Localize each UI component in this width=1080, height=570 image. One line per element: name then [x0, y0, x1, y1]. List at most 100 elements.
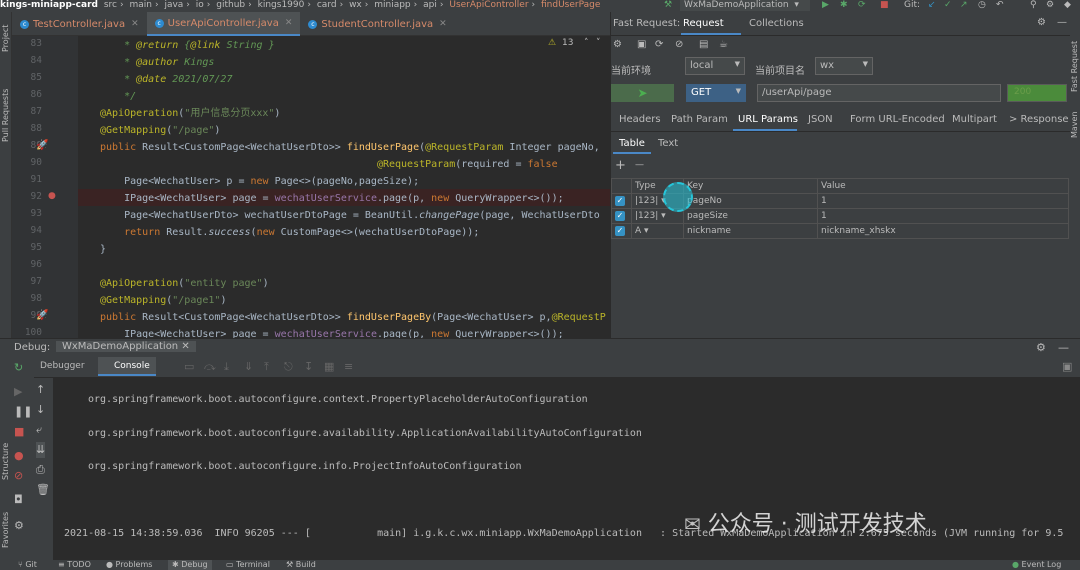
status-git[interactable]: ⑂ Git: [18, 560, 37, 570]
project-name[interactable]: kings-miniapp-card: [0, 0, 98, 10]
row-value[interactable]: 1: [817, 208, 1069, 224]
run-to-cursor-icon[interactable]: ↧: [304, 360, 313, 373]
code-editor[interactable]: ⚠ 13 ˄ ˅ * @return {@link String } * @au…: [78, 36, 610, 338]
close-icon[interactable]: ✕: [285, 18, 293, 28]
row-value[interactable]: 1: [817, 193, 1069, 209]
favorites-tool-tab[interactable]: Favorites: [1, 512, 10, 548]
breadcrumb-method[interactable]: findUserPage: [541, 0, 600, 10]
arrow-down-icon[interactable]: ↓: [36, 402, 45, 418]
gear-icon[interactable]: ⚙: [613, 39, 622, 50]
minimize-icon[interactable]: —: [1057, 17, 1067, 28]
tab-path-param[interactable]: Path Param: [671, 114, 728, 125]
view-breakpoints-icon[interactable]: ●: [14, 448, 24, 464]
scroll-to-end-icon[interactable]: ⇊: [36, 442, 46, 458]
status-event-log[interactable]: ● Event Log: [1012, 560, 1061, 570]
env-select[interactable]: local ▼: [685, 57, 745, 75]
tab-json[interactable]: JSON: [808, 114, 833, 125]
tab-debugger[interactable]: Debugger: [40, 361, 85, 371]
tab-text[interactable]: Text: [658, 138, 678, 149]
settings-icon[interactable]: ⚙: [1037, 17, 1046, 28]
soft-wrap-icon[interactable]: ⤶: [36, 422, 42, 438]
add-param-button[interactable]: +: [615, 158, 626, 173]
run-config-select[interactable]: WxMaDemoApplication ▾: [680, 0, 810, 11]
ide-logo-icon[interactable]: ◆: [1064, 0, 1071, 11]
resume-icon[interactable]: ▶: [14, 384, 22, 400]
console-output[interactable]: org.springframework.boot.autoconfigure.c…: [54, 378, 1080, 560]
gutter-run-icon[interactable]: 🚀: [36, 310, 48, 321]
maven-tool-tab[interactable]: Maven: [1070, 111, 1079, 138]
clear-icon[interactable]: ⊘: [675, 39, 683, 50]
rollback-icon[interactable]: ↶: [996, 0, 1004, 11]
stop-icon[interactable]: ■: [880, 0, 889, 11]
warning-icon[interactable]: ⚠: [548, 38, 556, 48]
row-key[interactable]: pageSize: [683, 208, 818, 224]
doc-icon[interactable]: ▤: [699, 39, 708, 50]
debug-icon[interactable]: ✱: [840, 0, 848, 11]
row-type[interactable]: A ▾: [631, 223, 684, 239]
settings-icon[interactable]: ⚙: [1046, 0, 1054, 11]
mute-breakpoints-icon[interactable]: ⊘: [14, 468, 23, 484]
structure-tool-tab[interactable]: Structure: [1, 443, 10, 480]
restore-layout-icon[interactable]: ▭: [184, 360, 194, 373]
tab-studentcontroller[interactable]: c StudentController.java ✕: [300, 12, 454, 36]
tab-response[interactable]: > Response: [1009, 114, 1069, 125]
build-hammer-icon[interactable]: ⚒: [664, 0, 672, 11]
debug-config-tab[interactable]: WxMaDemoApplication ✕: [56, 341, 196, 352]
project-select[interactable]: wx ▼: [815, 57, 873, 75]
rerun-icon[interactable]: ↻: [14, 360, 23, 376]
minimize-icon[interactable]: —: [1058, 341, 1069, 354]
camera-icon[interactable]: ◘: [14, 492, 23, 508]
settings-icon[interactable]: ⚙: [1036, 341, 1046, 354]
arrow-up-icon[interactable]: ↑: [36, 382, 45, 398]
row-value[interactable]: nickname_xhskx: [817, 223, 1069, 239]
breadcrumb-6[interactable]: card: [317, 0, 337, 10]
gutter-run-icon[interactable]: 🚀: [36, 140, 48, 151]
tab-table[interactable]: Table: [619, 138, 645, 149]
tab-collections[interactable]: Collections: [749, 18, 804, 29]
status-problems[interactable]: ● Problems: [106, 560, 152, 570]
stop-icon[interactable]: ■: [14, 424, 24, 440]
breadcrumb-4[interactable]: github: [216, 0, 245, 10]
breadcrumb-1[interactable]: main: [129, 0, 152, 10]
evaluate-icon[interactable]: ▦: [324, 360, 334, 373]
url-input[interactable]: /userApi/page: [757, 84, 1001, 102]
close-icon[interactable]: ✕: [181, 341, 189, 352]
status-build[interactable]: ⚒ Build: [286, 560, 316, 570]
breadcrumb-0[interactable]: src: [104, 0, 117, 10]
remove-param-icon[interactable]: —: [635, 160, 644, 170]
project-tool-tab[interactable]: Project: [1, 25, 10, 52]
send-button[interactable]: ➤: [611, 84, 674, 102]
coffee-icon[interactable]: ☕: [719, 39, 728, 50]
breadcrumb-8[interactable]: miniapp: [374, 0, 410, 10]
git-push-icon[interactable]: ↗: [960, 0, 968, 11]
layout-icon[interactable]: ▣: [1062, 360, 1072, 373]
breadcrumb-5[interactable]: kings1990: [258, 0, 305, 10]
row-checkbox[interactable]: ✓: [611, 208, 632, 224]
coverage-icon[interactable]: ⟳: [858, 0, 866, 11]
close-icon[interactable]: ✕: [131, 19, 139, 29]
tab-headers[interactable]: Headers: [619, 114, 661, 125]
tab-url-params[interactable]: URL Params: [738, 114, 798, 125]
breadcrumb-3[interactable]: io: [196, 0, 204, 10]
search-everywhere-icon[interactable]: ⚲: [1030, 0, 1037, 11]
settings-icon[interactable]: ⚙: [14, 518, 24, 534]
status-todo[interactable]: ≡ TODO: [58, 560, 91, 570]
trace-icon[interactable]: ≡: [344, 360, 353, 373]
step-out-icon[interactable]: ⤒: [264, 360, 269, 374]
breadcrumb-2[interactable]: java: [164, 0, 183, 10]
fast-request-tool-tab[interactable]: Fast Request: [1070, 41, 1079, 92]
refresh-icon[interactable]: ⟳: [655, 39, 663, 50]
breadcrumb-class[interactable]: UserApiController: [449, 0, 528, 10]
pull-requests-tool-tab[interactable]: Pull Requests: [1, 89, 10, 142]
print-icon[interactable]: ⎙: [36, 462, 45, 478]
row-key[interactable]: pageNo: [683, 193, 818, 209]
tab-testcontroller[interactable]: c TestController.java ✕: [12, 12, 147, 36]
breadcrumb-9[interactable]: api: [423, 0, 437, 10]
tab-multipart[interactable]: Multipart: [952, 114, 997, 125]
git-update-icon[interactable]: ↙: [928, 0, 936, 11]
pause-icon[interactable]: ❚❚: [14, 404, 32, 420]
tab-request[interactable]: Request: [683, 18, 724, 29]
row-checkbox[interactable]: ✓: [611, 193, 632, 209]
save-icon[interactable]: ▣: [637, 39, 646, 50]
git-commit-icon[interactable]: ✓: [944, 0, 952, 11]
